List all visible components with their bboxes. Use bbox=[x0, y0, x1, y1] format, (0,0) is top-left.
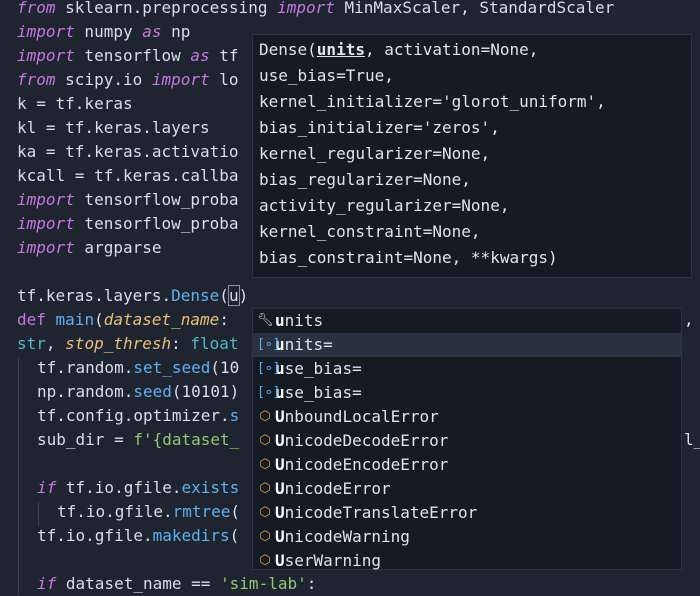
text-cursor: u bbox=[227, 285, 240, 306]
suggestion-item-selected[interactable]: [∘] units= bbox=[253, 333, 681, 357]
autocomplete-popup[interactable]: 🔧︎ units [∘] units= [∘] use_bias= [∘] use_bi… bbox=[252, 308, 682, 570]
code-line-11: import argparse bbox=[17, 238, 162, 257]
active-parameter: units bbox=[316, 40, 365, 59]
code-line-8: kcall = tf.keras.callba bbox=[17, 166, 239, 185]
variable-icon: [∘] bbox=[257, 361, 281, 376]
suggestion-item[interactable]: 🔧︎ units bbox=[253, 309, 681, 333]
variable-icon: [∘] bbox=[257, 337, 281, 352]
suggestion-item[interactable]: ⬡ UnicodeWarning bbox=[253, 525, 681, 549]
code-line-22: tf.io.gfile.rmtree( bbox=[57, 502, 241, 521]
code-line-21: if tf.io.gfile.exists bbox=[37, 478, 240, 497]
suggestion-item[interactable]: [∘] use_bias= bbox=[253, 357, 681, 381]
code-line-19: sub_dir = f'{dataset_ bbox=[37, 430, 240, 449]
signature-line: activity_regularizer=None, bbox=[259, 196, 510, 215]
code-line-14: def main(dataset_name: bbox=[17, 310, 239, 329]
code-line-23: tf.io.gfile.makedirs( bbox=[37, 526, 240, 545]
indent-guide bbox=[18, 358, 19, 595]
code-line-1: from sklearn.preprocessing import MinMax… bbox=[17, 0, 615, 17]
class-icon: ⬡ bbox=[259, 433, 271, 448]
signature-line: kernel_constraint=None, bbox=[259, 222, 481, 241]
suggestion-item[interactable]: ⬡ UnicodeTranslateError bbox=[253, 501, 681, 525]
code-line-2: import numpy as np bbox=[17, 22, 191, 41]
signature-line: kernel_regularizer=None, bbox=[259, 144, 491, 163]
code-line-10: import tensorflow_proba bbox=[17, 214, 239, 233]
class-icon: ⬡ bbox=[259, 529, 271, 544]
code-line-16: tf.random.set_seed(10 bbox=[37, 358, 240, 377]
signature-line: Dense(units, activation=None, bbox=[259, 40, 539, 59]
code-line-14-tail: , bbox=[684, 310, 694, 329]
class-icon: ⬡ bbox=[259, 409, 271, 424]
class-icon: ⬡ bbox=[259, 457, 271, 472]
suggestion-item[interactable]: [∘] use_bias= bbox=[253, 381, 681, 405]
suggestion-item[interactable]: ⬡ UserWarning bbox=[253, 549, 681, 573]
code-line-18: tf.config.optimizer.s bbox=[37, 406, 240, 425]
signature-line: bias_initializer='zeros', bbox=[259, 118, 500, 137]
code-line-4: from scipy.io import lo bbox=[17, 70, 239, 89]
signature-line: bias_regularizer=None, bbox=[259, 170, 471, 189]
code-line-5: k = tf.keras bbox=[17, 94, 133, 113]
code-line-19-tail: l_ bbox=[684, 430, 700, 449]
suggestion-item[interactable]: ⬡ UnicodeDecodeError bbox=[253, 429, 681, 453]
code-line-17: np.random.seed(10101) bbox=[37, 382, 240, 401]
indent-guide bbox=[38, 502, 39, 526]
code-line-3: import tensorflow as tf bbox=[17, 46, 239, 65]
variable-icon: [∘] bbox=[257, 385, 281, 400]
keyword-icon: 🔧︎ bbox=[257, 313, 274, 328]
code-line-13: tf.keras.layers.Dense(u) bbox=[17, 285, 249, 306]
suggestion-item[interactable]: ⬡ UnicodeEncodeError bbox=[253, 453, 681, 477]
code-line-25: if dataset_name == 'sim-lab': bbox=[37, 574, 317, 593]
code-line-15: str, stop_thresh: float bbox=[17, 334, 239, 353]
signature-help-popup: Dense(units, activation=None, use_bias=T… bbox=[252, 34, 692, 278]
class-icon: ⬡ bbox=[259, 505, 271, 520]
code-line-7: ka = tf.keras.activatio bbox=[17, 142, 239, 161]
suggestion-item[interactable]: ⬡ UnboundLocalError bbox=[253, 405, 681, 429]
signature-line: use_bias=True, bbox=[259, 66, 394, 85]
code-line-6: kl = tf.keras.layers bbox=[17, 118, 210, 137]
code-line-9: import tensorflow_proba bbox=[17, 190, 239, 209]
class-icon: ⬡ bbox=[259, 553, 271, 568]
signature-line: kernel_initializer='glorot_uniform', bbox=[259, 92, 606, 111]
signature-line: bias_constraint=None, **kwargs) bbox=[259, 248, 558, 267]
class-icon: ⬡ bbox=[259, 481, 271, 496]
suggestion-item[interactable]: ⬡ UnicodeError bbox=[253, 477, 681, 501]
